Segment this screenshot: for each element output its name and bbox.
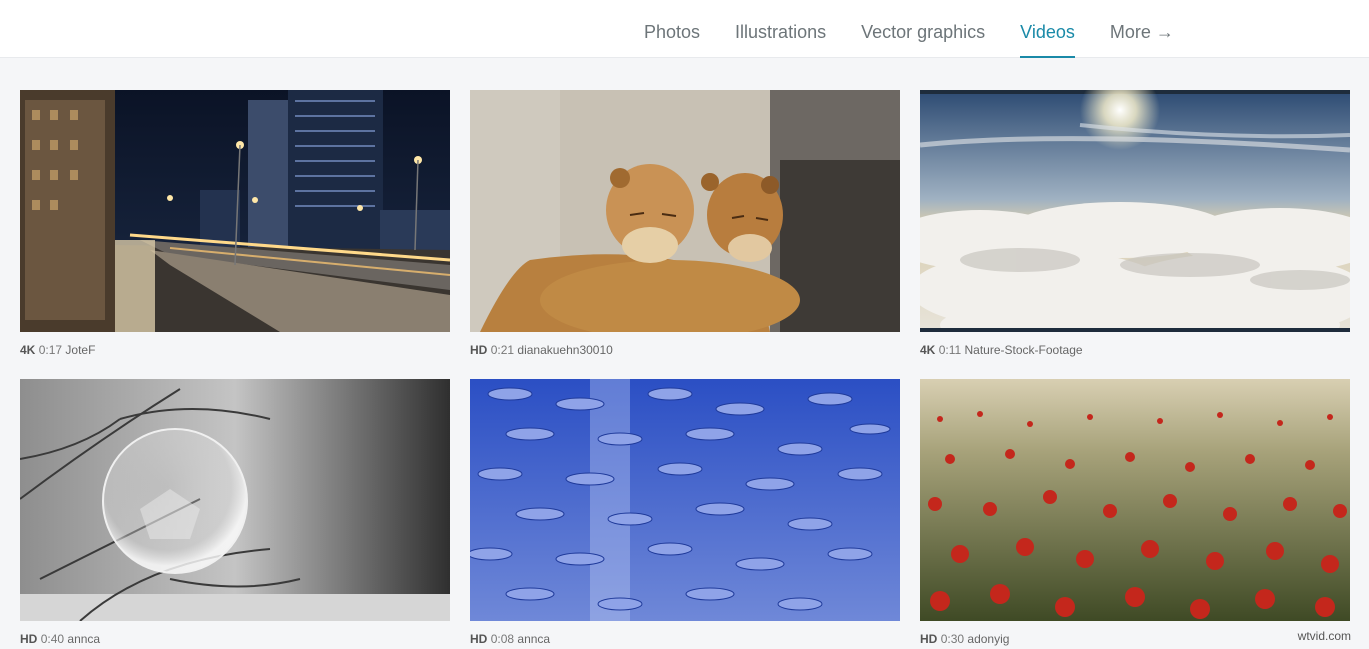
frozen-bubble-image	[20, 379, 450, 621]
author-link[interactable]: dianakuehn30010	[517, 343, 612, 357]
video-card[interactable]: HD 0:40 annca	[20, 379, 450, 646]
city-night-image	[20, 90, 450, 332]
tab-vector-graphics[interactable]: Vector graphics	[861, 0, 985, 58]
author-link[interactable]: adonyig	[967, 632, 1009, 646]
video-meta: HD 0:08 annca	[470, 632, 900, 646]
video-card[interactable]: HD 0:08 annca	[470, 379, 900, 646]
video-thumbnail-lionesses[interactable]	[470, 90, 900, 332]
video-meta: HD 0:40 annca	[20, 632, 450, 646]
quality-badge: HD	[470, 343, 488, 357]
author-link[interactable]: JoteF	[65, 343, 95, 357]
video-meta: HD 0:30 adonyig	[920, 632, 1350, 646]
video-meta: HD 0:21 dianakuehn30010	[470, 343, 900, 357]
quality-badge: HD	[470, 632, 488, 646]
duration-label: 0:30	[940, 632, 965, 646]
tab-photos[interactable]: Photos	[644, 0, 700, 58]
clouds-image	[920, 90, 1350, 332]
author-link[interactable]: annca	[67, 632, 100, 646]
video-thumbnail-fish-school[interactable]	[470, 379, 900, 621]
quality-badge: 4K	[920, 343, 936, 357]
quality-badge: HD	[920, 632, 938, 646]
video-card[interactable]: 4K 0:11 Nature-Stock-Footage	[920, 90, 1350, 357]
media-type-tabs: Photos Illustrations Vector graphics Vid…	[644, 0, 1209, 58]
duration-label: 0:17	[38, 343, 63, 357]
video-meta: 4K 0:11 Nature-Stock-Footage	[920, 343, 1350, 357]
quality-badge: 4K	[20, 343, 36, 357]
video-card[interactable]: HD 0:21 dianakuehn30010	[470, 90, 900, 357]
duration-label: 0:21	[490, 343, 515, 357]
tab-videos[interactable]: Videos	[1020, 0, 1075, 58]
duration-label: 0:40	[40, 632, 65, 646]
author-link[interactable]: annca	[517, 632, 550, 646]
duration-label: 0:11	[938, 343, 962, 357]
fish-school-image	[470, 379, 900, 621]
video-thumbnail-poppy-field[interactable]	[920, 379, 1350, 621]
video-thumbnail-clouds[interactable]	[920, 90, 1350, 332]
video-meta: 4K 0:17 JoteF	[20, 343, 450, 357]
poppy-field-image	[920, 379, 1350, 621]
video-thumbnail-frozen-bubble[interactable]	[20, 379, 450, 621]
top-navigation-bar: Photos Illustrations Vector graphics Vid…	[0, 0, 1369, 58]
quality-badge: HD	[20, 632, 38, 646]
tab-more[interactable]: More →	[1110, 0, 1174, 58]
duration-label: 0:08	[490, 632, 515, 646]
video-thumbnail-city-night[interactable]	[20, 90, 450, 332]
video-card[interactable]: HD 0:30 adonyig	[920, 379, 1350, 646]
tab-illustrations[interactable]: Illustrations	[735, 0, 826, 58]
watermark-logo: wtvid.com	[1297, 629, 1351, 643]
author-link[interactable]: Nature-Stock-Footage	[965, 343, 1083, 357]
lionesses-image	[470, 90, 900, 332]
video-card[interactable]: 4K 0:17 JoteF	[20, 90, 450, 357]
